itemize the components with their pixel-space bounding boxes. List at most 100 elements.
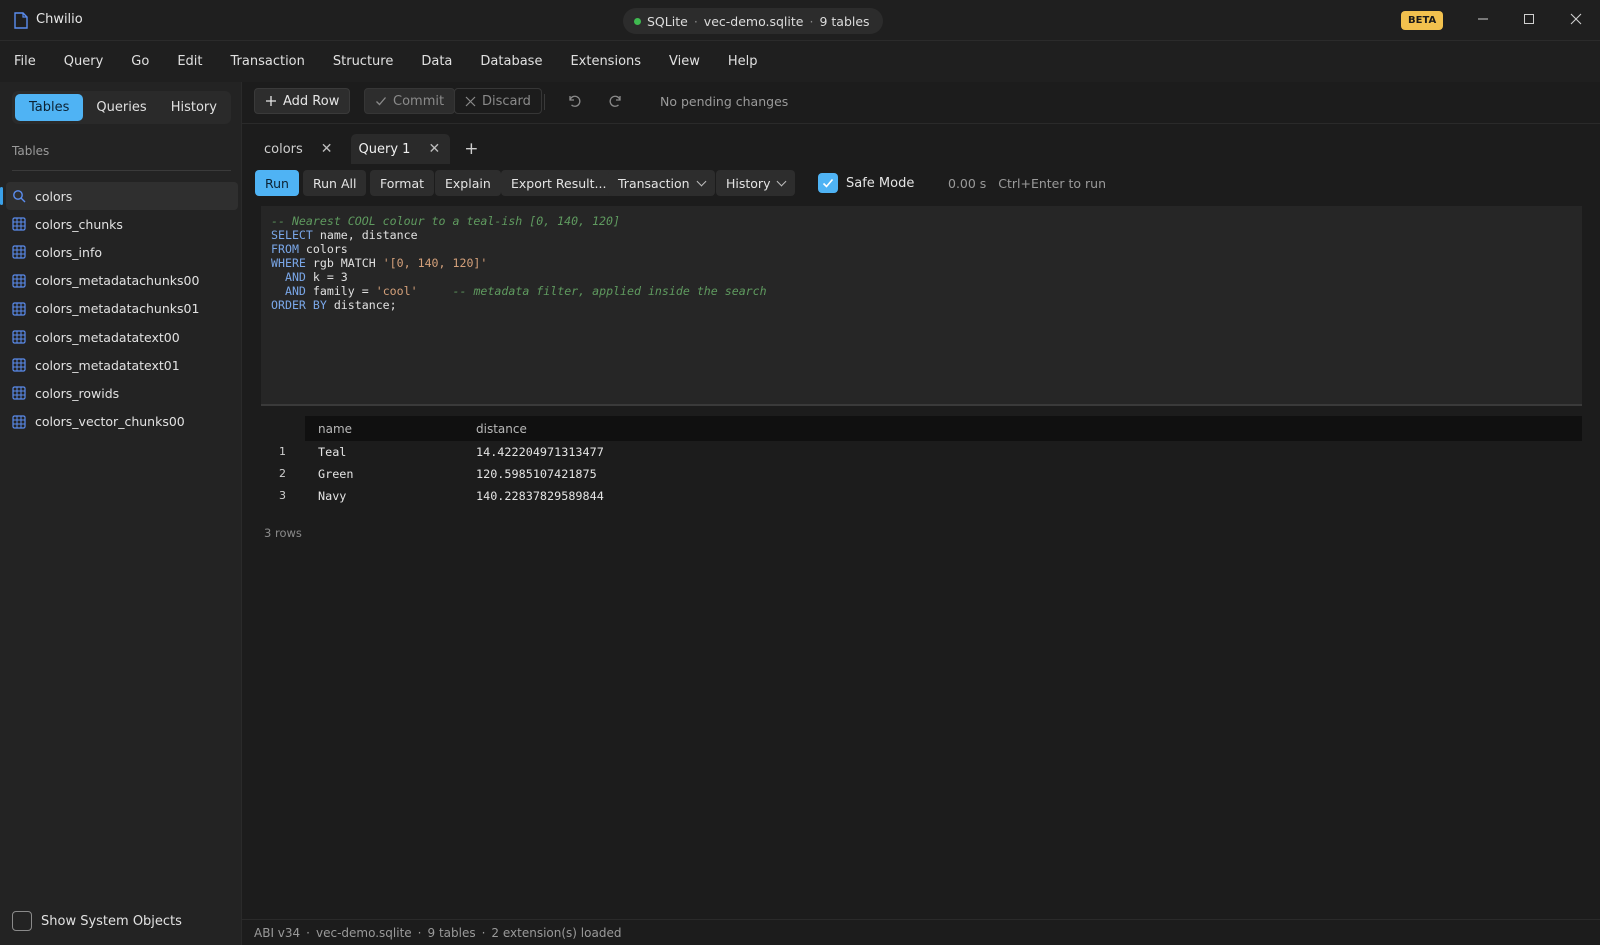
close-window-button[interactable] (1561, 6, 1591, 32)
segment-history[interactable]: History (160, 94, 228, 121)
close-icon (465, 96, 476, 106)
code-token: WHERE (271, 256, 306, 270)
cell-name: Teal (318, 445, 347, 459)
tab-colors[interactable]: colors ✕ (256, 134, 343, 164)
maximize-button[interactable] (1514, 6, 1544, 32)
menu-file[interactable]: File (14, 54, 36, 69)
table-name: colors_metadatachunks00 (35, 273, 200, 289)
code-line: AND k = 3 (271, 270, 1572, 284)
run-all-button[interactable]: Run All (303, 170, 367, 196)
app-title: Chwilio (36, 12, 83, 27)
segment-queries[interactable]: Queries (87, 94, 155, 121)
tab-query-1[interactable]: Query 1 ✕ (350, 134, 451, 164)
connection-engine: SQLite (647, 13, 688, 29)
safe-mode-toggle[interactable]: Safe Mode (818, 173, 914, 193)
cell-distance: 14.422204971313477 (476, 445, 604, 459)
code-line: ORDER BY distance; (271, 298, 1572, 312)
commit-button[interactable]: Commit (364, 88, 456, 114)
sidebar-item-colors-metadatatext00[interactable]: colors_metadatatext00 (0, 323, 242, 351)
table-row[interactable]: 3 Navy 140.22837829589844 (261, 485, 1582, 507)
table-row[interactable]: 2 Green 120.5985107421875 (261, 463, 1582, 485)
sidebar-item-colors-metadatachunks01[interactable]: colors_metadatachunks01 (0, 295, 242, 323)
menu-query[interactable]: Query (64, 54, 104, 69)
code-token: k = 3 (305, 270, 348, 284)
connection-indicator[interactable]: SQLite · vec-demo.sqlite · 9 tables (623, 8, 883, 34)
transaction-dropdown[interactable]: Transaction (608, 170, 715, 196)
editor-tabs: colors ✕ Query 1 ✕ + (256, 134, 478, 164)
redo-button[interactable] (606, 91, 626, 111)
sidebar-item-colors-rowids[interactable]: colors_rowids (0, 379, 242, 407)
table-name: colors_info (35, 244, 102, 260)
code-token: AND (271, 284, 306, 298)
execution-time: 0.00 s (948, 176, 987, 191)
menu-view[interactable]: View (669, 54, 700, 69)
sql-editor[interactable]: -- Nearest COOL colour to a teal-ish [0,… (261, 206, 1582, 406)
check-icon (822, 178, 834, 188)
close-tab-icon[interactable]: ✕ (428, 141, 440, 157)
history-dropdown[interactable]: History (716, 170, 796, 196)
discard-label: Discard (482, 93, 531, 109)
safe-mode-label: Safe Mode (846, 175, 915, 191)
discard-button[interactable]: Discard (454, 88, 542, 114)
column-header-name[interactable]: name (318, 422, 352, 436)
segment-tables[interactable]: Tables (15, 94, 84, 121)
code-token: '[0, 140, 120]' (382, 256, 488, 270)
menu-transaction[interactable]: Transaction (231, 54, 305, 69)
column-header-distance[interactable]: distance (476, 422, 527, 436)
format-button[interactable]: Format (370, 170, 435, 196)
code-line: AND family = 'cool' -- metadata filter, … (271, 284, 1572, 298)
code-line: FROM colors (271, 242, 1572, 256)
menu-data[interactable]: Data (421, 54, 452, 69)
separator-dot: · (693, 13, 698, 29)
main-panel: Add Row Commit Discard No pending change… (242, 82, 1600, 945)
undo-button[interactable] (564, 91, 584, 111)
table-name: colors_vector_chunks00 (35, 414, 185, 430)
minimize-button[interactable] (1468, 6, 1498, 32)
menu-structure[interactable]: Structure (333, 54, 393, 69)
menu-help[interactable]: Help (728, 54, 758, 69)
document-icon (14, 12, 28, 29)
row-number: 3 (279, 489, 286, 502)
export-result-button[interactable]: Export Result... (501, 170, 617, 196)
table-icon (12, 245, 26, 259)
row-count: 3 rows (264, 526, 302, 540)
status-table-count: 9 tables (427, 925, 476, 940)
new-tab-button[interactable]: + (464, 139, 478, 159)
sidebar-item-colors[interactable]: colors (0, 182, 238, 211)
code-token: -- Nearest COOL colour to a teal-ish [0,… (271, 214, 621, 228)
code-token: FROM (271, 242, 299, 256)
menu-extensions[interactable]: Extensions (570, 54, 641, 69)
code-token: colors (298, 242, 348, 256)
cell-distance: 120.5985107421875 (476, 467, 597, 481)
menu-edit[interactable]: Edit (177, 54, 202, 69)
row-number: 2 (279, 467, 286, 480)
code-line: -- Nearest COOL colour to a teal-ish [0,… (271, 214, 1572, 228)
sidebar-item-colors-metadatatext01[interactable]: colors_metadatatext01 (0, 351, 242, 379)
status-database: vec-demo.sqlite (316, 925, 412, 940)
sidebar-item-colors-metadatachunks00[interactable]: colors_metadatachunks00 (0, 267, 242, 295)
table-row[interactable]: 1 Teal 14.422204971313477 (261, 441, 1582, 463)
sidebar-item-colors-info[interactable]: colors_info (0, 238, 242, 266)
show-system-objects-label: Show System Objects (41, 913, 182, 929)
explain-button[interactable]: Explain (435, 170, 501, 196)
results-grid: name distance 1 Teal 14.422204971313477 2 Gr… (261, 416, 1582, 540)
sidebar-item-colors-chunks[interactable]: colors_chunks (0, 210, 242, 238)
menu-go[interactable]: Go (131, 54, 149, 69)
sidebar-item-colors-vector-chunks00[interactable]: colors_vector_chunks00 (0, 408, 242, 436)
status-extensions: 2 extension(s) loaded (491, 925, 622, 940)
checkbox[interactable] (12, 911, 32, 931)
table-name: colors (35, 188, 73, 204)
sidebar-segmented-control: Tables Queries History (12, 91, 231, 124)
show-system-objects-toggle[interactable]: Show System Objects (12, 911, 182, 931)
safe-mode-checkbox[interactable] (818, 173, 838, 193)
add-row-button[interactable]: Add Row (254, 88, 351, 114)
minimize-icon (1478, 18, 1488, 20)
history-label: History (726, 175, 771, 191)
code-token: rgb MATCH (305, 256, 383, 270)
cell-name: Navy (318, 489, 347, 503)
code-token: 'cool' (375, 284, 418, 298)
close-tab-icon[interactable]: ✕ (321, 141, 333, 157)
run-button[interactable]: Run (255, 170, 299, 196)
menu-database[interactable]: Database (480, 54, 542, 69)
data-toolbar: Add Row Commit Discard No pending change… (242, 82, 1600, 124)
